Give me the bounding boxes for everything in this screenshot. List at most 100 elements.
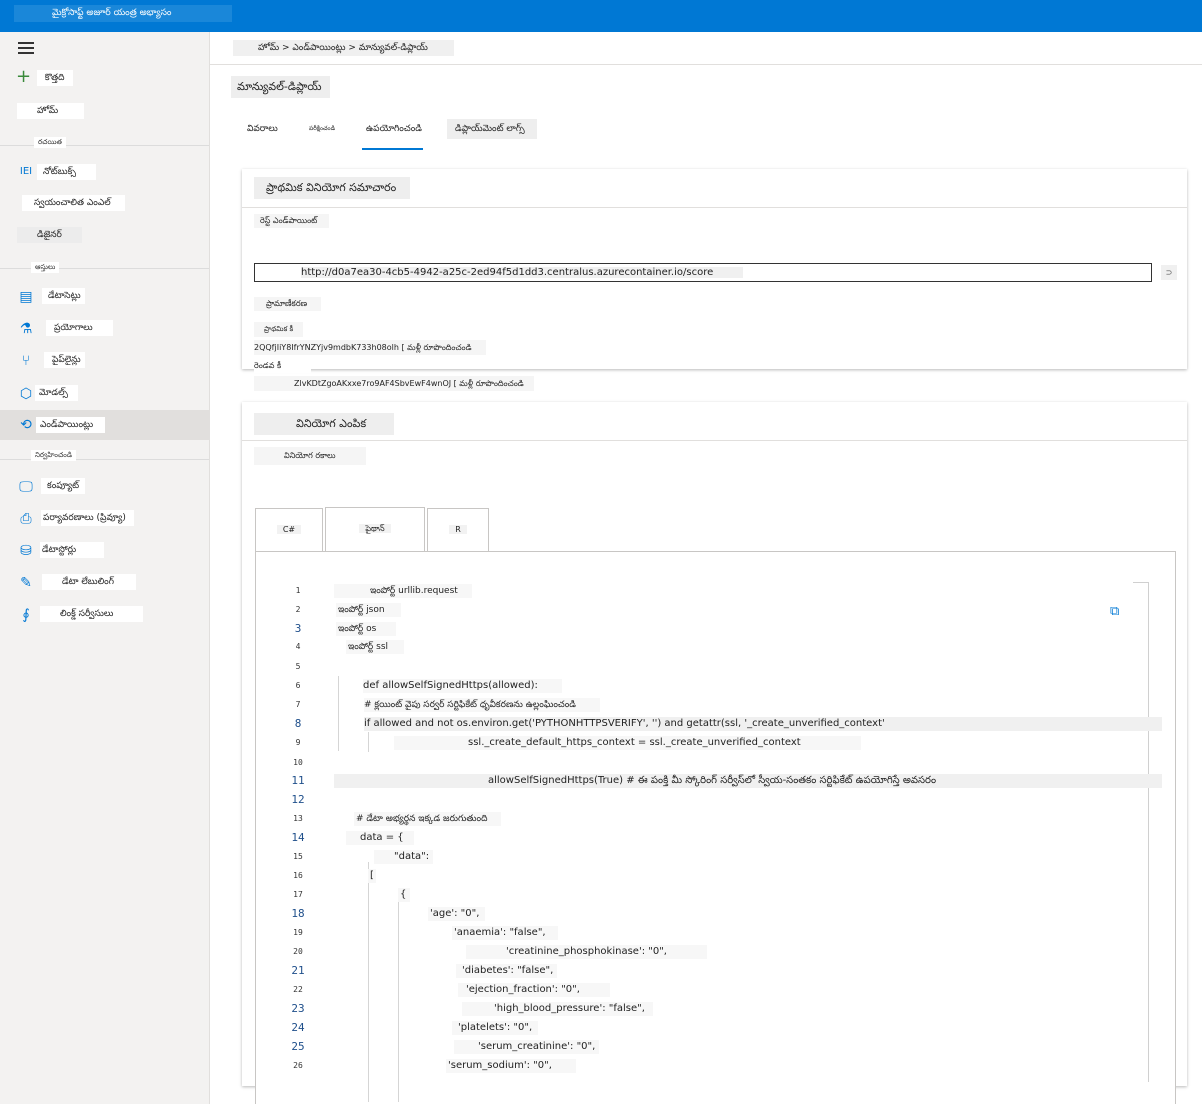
- code-line: 'serum_creatinine': "0",: [454, 1040, 600, 1054]
- code-tab-csharp[interactable]: C#: [255, 508, 323, 552]
- code-line: # క్లయింట్ వైపు సర్వర్ సర్టిఫికేట్ ధృవీక…: [364, 698, 600, 712]
- line-number: 23: [291, 1002, 305, 1015]
- code-line: ఇంపోర్ట్ json: [336, 603, 401, 617]
- line-number: 4: [295, 642, 301, 651]
- cube-icon: ⬡: [19, 386, 33, 402]
- edit-icon: ✎: [20, 575, 32, 591]
- editor-scrollbar[interactable]: [1148, 582, 1149, 1082]
- sidebar-item-compute[interactable]: కంప్యూట్: [41, 478, 86, 494]
- line-number: 8: [294, 717, 302, 730]
- flask-icon: ⚗: [19, 321, 33, 337]
- code-line: ఇంపోర్ట్ os: [336, 622, 397, 636]
- code-line: 'creatinine_phosphokinase': "0",: [466, 945, 707, 959]
- line-number: 1: [295, 586, 301, 595]
- sidebar-item-notebooks[interactable]: నోట్‌బుక్స్: [37, 164, 96, 180]
- code-line: if allowed and not os.environ.get('PYTHO…: [364, 717, 1162, 731]
- line-number: 21: [291, 964, 305, 977]
- code-line: data = {: [346, 831, 414, 845]
- line-number: 12: [291, 793, 305, 806]
- new-button[interactable]: + కొత్తది: [16, 66, 73, 87]
- code-editor[interactable]: ⧉ 1 ఇంపోర్ట్ urllib.request 2 ఇంపోర్ట్ json…: [255, 551, 1176, 1104]
- consumption-header: వినియోగ ఎంపిక: [254, 413, 395, 435]
- sidebar-item-home[interactable]: హోమ్: [17, 103, 85, 119]
- link-icon: ∮: [22, 607, 30, 623]
- line-number: 17: [293, 890, 303, 899]
- copy-icon[interactable]: ⊃: [1161, 265, 1177, 280]
- code-tab-python[interactable]: పైథాన్: [325, 507, 425, 551]
- endpoint-icon: ⟲: [20, 417, 32, 433]
- hamburger-menu-icon[interactable]: [18, 42, 34, 54]
- code-line: ఇంపోర్ట్ ssl: [346, 640, 405, 654]
- section-manage: నిర్వహించండి: [31, 450, 77, 461]
- sidebar-item-data-labeling[interactable]: డేటా లేబులింగ్: [42, 574, 136, 590]
- notebook-icon: IEI: [19, 166, 33, 177]
- consumption-types-label: వినియోగ రకాలు: [254, 447, 366, 465]
- code-line: 'platelets': "0",: [452, 1021, 539, 1035]
- dataset-icon: ▤: [19, 289, 33, 305]
- tab-consume[interactable]: ఉపయోగించండి: [362, 120, 426, 138]
- line-number: 6: [295, 681, 301, 690]
- code-line: 'anaemia': "false",: [452, 926, 558, 940]
- line-number: 20: [293, 947, 303, 956]
- consumption-card: వినియోగ ఎంపిక వినియోగ రకాలు C# పైథాన్ R …: [242, 402, 1187, 1104]
- top-bar: మైక్రోసాఫ్ట్ అజూర్ యంత్ర అభ్యాసం: [0, 0, 1202, 32]
- line-number: 19: [293, 928, 303, 937]
- line-number: 13: [293, 814, 303, 823]
- secondary-key-label: రెండవ కీ: [254, 358, 312, 373]
- line-number: 15: [293, 852, 303, 861]
- sidebar-item-datasets[interactable]: డేటాసెట్లు: [42, 288, 85, 304]
- secondary-key-value[interactable]: ZlvKDtZgoAKxxe7ro9AF4SbvEwF4wnOJ [ మళ్లీ…: [254, 376, 534, 391]
- sidebar: + కొత్తది హోమ్ రచయిత IEI నోట్‌బుక్స్ స్వ…: [0, 32, 210, 1104]
- app-title[interactable]: మైక్రోసాఫ్ట్ అజూర్ యంత్ర అభ్యాసం: [14, 5, 232, 22]
- line-number: 11: [291, 774, 305, 787]
- code-line: # డేటా అభ్యర్థన ఇక్కడ జరుగుతుంది: [354, 812, 502, 826]
- pipeline-icon: ⑂: [21, 353, 31, 369]
- line-number: 10: [293, 758, 303, 767]
- sidebar-item-endpoints[interactable]: ఎండ్‌పాయింట్లు: [36, 417, 106, 433]
- code-line: 'diabetes': "false",: [456, 964, 558, 978]
- monitor-icon: 🖵: [19, 479, 33, 495]
- tab-test[interactable]: పరీక్షించండి: [305, 120, 339, 138]
- sidebar-item-datastores[interactable]: డేటాస్టోర్లు: [40, 542, 105, 558]
- copy-code-icon[interactable]: ⧉: [1110, 604, 1126, 620]
- code-line: ssl._create_default_https_context = ssl.…: [394, 736, 861, 750]
- code-line: ఇంపోర్ట్ urllib.request: [334, 584, 472, 598]
- sidebar-item-experiments[interactable]: ప్రయోగాలు: [46, 320, 113, 336]
- line-number: 5: [295, 662, 301, 671]
- plus-icon: +: [16, 66, 32, 87]
- rest-endpoint-label: రెస్ట్ ఎండ్‌పాయింట్: [254, 214, 330, 228]
- code-line: 'ejection_fraction': "0",: [458, 983, 610, 997]
- line-number: 16: [293, 871, 303, 880]
- code-line: "data":: [374, 850, 434, 864]
- tab-deployment-logs[interactable]: డిప్లాయ్‌మెంట్ లాగ్స్: [447, 119, 537, 139]
- code-line: 'age': "0",: [428, 907, 486, 921]
- code-line: allowSelfSignedHttps(True) # ఈ పంక్తి మీ…: [334, 774, 1162, 788]
- tab-details[interactable]: వివరాలు: [243, 120, 282, 138]
- line-number: 7: [295, 700, 301, 709]
- main-content: హోమ్ > ఎండ్‌పాయింట్లు > మాన్యువల్-డిప్లా…: [210, 32, 1202, 1104]
- line-number: 9: [295, 738, 301, 747]
- basic-info-card: ప్రాథమిక వినియోగ సమాచారం రెస్ట్ ఎండ్‌పాయ…: [242, 169, 1187, 391]
- sidebar-item-pipelines[interactable]: పైప్‌లైన్లు: [44, 352, 85, 368]
- database-icon: ⛁: [20, 543, 32, 559]
- sidebar-item-designer[interactable]: డిజైనర్: [17, 227, 82, 243]
- primary-key-value[interactable]: 2QQfjIiY8IfrYNZYjv9mdbK733h08olh [ మళ్లీ…: [254, 340, 486, 355]
- sidebar-item-automl[interactable]: స్వయంచాలిత ఎంఎల్: [22, 195, 125, 211]
- line-number: 2: [295, 605, 301, 614]
- basic-info-header: ప్రాథమిక వినియోగ సమాచారం: [254, 177, 411, 199]
- section-assets: ఆస్తులు: [31, 262, 60, 273]
- section-author: రచయిత: [34, 137, 66, 148]
- breadcrumb[interactable]: హోమ్ > ఎండ్‌పాయింట్లు > మాన్యువల్-డిప్లా…: [233, 40, 454, 56]
- code-tab-r[interactable]: R: [427, 508, 489, 552]
- active-tab-indicator: [362, 148, 423, 150]
- line-number: 14: [291, 831, 305, 844]
- line-number: 3: [294, 622, 302, 635]
- primary-key-label: ప్రాథమిక కీ: [254, 322, 304, 337]
- rest-endpoint-field[interactable]: http://d0a7ea30-4cb5-4942-a25c-2ed94f5d1…: [254, 263, 1152, 282]
- sidebar-item-models[interactable]: మోడల్స్: [35, 385, 78, 401]
- line-number: 25: [291, 1040, 305, 1053]
- page-title: మాన్యువల్-డిప్లాయ్: [231, 76, 330, 98]
- sidebar-item-environments[interactable]: పర్యావరణాలు (ప్రివ్యూ): [41, 510, 134, 526]
- sidebar-item-linked-services[interactable]: లింక్డ్ సర్వీసులు: [40, 606, 144, 622]
- code-line: 'high_blood_pressure': "false",: [462, 1002, 653, 1016]
